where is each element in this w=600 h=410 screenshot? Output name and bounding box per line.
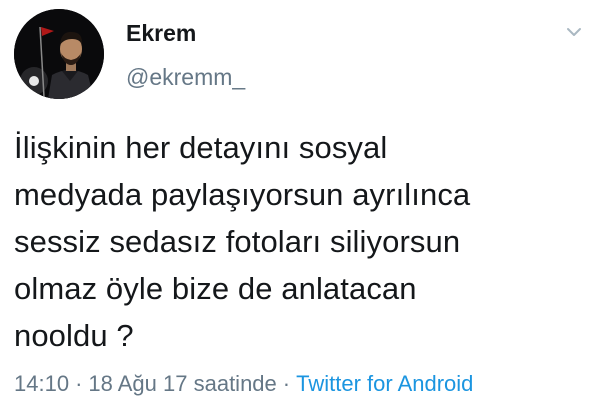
tweet-text-line: sessiz sedasız fotoları siliyorsun (14, 224, 461, 259)
tweet-text-line: İlişkinin her detayını sosyal (14, 130, 388, 165)
profile-photo (14, 9, 104, 99)
user-handle[interactable]: @ekremm_ (126, 63, 245, 91)
tweet-text-line: nooldu ? (14, 318, 134, 353)
separator-dot: · (75, 371, 83, 396)
tweet-text: İlişkinin her detayını sosyal medyada pa… (14, 124, 586, 359)
display-name[interactable]: Ekrem (126, 19, 196, 47)
separator-dot: · (282, 371, 291, 396)
tweet-metadata: 14:10 · 18 Ağu 17 saatinde · Twitter for And… (14, 370, 473, 398)
avatar[interactable] (14, 9, 104, 99)
tweet-source-link[interactable]: Twitter for Android (296, 371, 473, 396)
tweet-card: Ekrem @ekremm_ İlişkinin her detayını so… (0, 0, 600, 410)
chevron-down-icon[interactable] (562, 23, 586, 41)
tweet-time[interactable]: 14:10 (14, 371, 69, 396)
tweet-text-line: olmaz öyle bize de anlatacan (14, 271, 417, 306)
tweet-text-line: medyada paylaşıyorsun ayrılınca (14, 177, 471, 212)
tweet-date[interactable]: 18 Ağu 17 saatinde (88, 371, 276, 396)
